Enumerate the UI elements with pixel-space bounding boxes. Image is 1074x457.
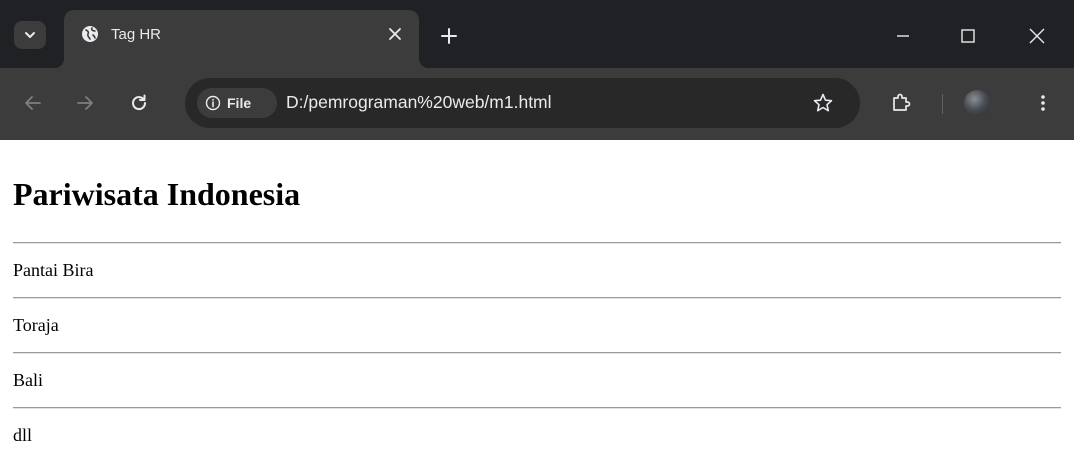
- reload-icon[interactable]: [128, 92, 150, 114]
- globe-icon: [82, 26, 98, 42]
- profile-avatar[interactable]: [964, 90, 990, 116]
- maximize-icon[interactable]: [958, 26, 978, 46]
- bookmark-star-icon[interactable]: [812, 92, 834, 114]
- horizontal-rule: [13, 407, 1061, 409]
- chevron-down-icon: [25, 32, 35, 38]
- horizontal-rule: [13, 242, 1061, 244]
- page-content: Pariwisata Indonesia Pantai Bira Toraja …: [0, 140, 1074, 457]
- horizontal-rule: [13, 352, 1061, 354]
- page-heading: Pariwisata Indonesia: [13, 176, 301, 212]
- security-chip-label: File: [227, 95, 252, 111]
- back-arrow-icon[interactable]: [22, 92, 44, 114]
- close-window-icon[interactable]: [1027, 26, 1047, 46]
- url-text[interactable]: D:/pemrograman%20web/m1.html: [286, 92, 552, 113]
- address-bar[interactable]: File D:/pemrograman%20web/m1.html: [185, 78, 860, 128]
- browser-tab[interactable]: Tag HR: [54, 10, 429, 68]
- info-icon: [205, 95, 221, 111]
- tab-search-button[interactable]: [14, 21, 46, 49]
- close-tab-icon[interactable]: [386, 25, 404, 43]
- forward-arrow-icon[interactable]: [74, 92, 96, 114]
- tab-strip: Tag HR: [0, 0, 1074, 68]
- tab-title: Tag HR: [111, 26, 162, 43]
- list-item: Toraja: [13, 315, 59, 335]
- list-item: dll: [13, 425, 33, 445]
- extensions-puzzle-icon[interactable]: [890, 92, 912, 114]
- horizontal-rule: [13, 297, 1061, 299]
- list-item: Pantai Bira: [13, 260, 94, 280]
- site-info-chip[interactable]: File: [197, 88, 277, 118]
- browser-toolbar: File D:/pemrograman%20web/m1.html: [0, 68, 1074, 140]
- new-tab-icon[interactable]: [440, 27, 458, 45]
- list-item: Bali: [13, 370, 43, 390]
- minimize-icon[interactable]: [893, 26, 913, 46]
- toolbar-divider: [942, 94, 943, 114]
- more-menu-icon[interactable]: [1032, 92, 1054, 114]
